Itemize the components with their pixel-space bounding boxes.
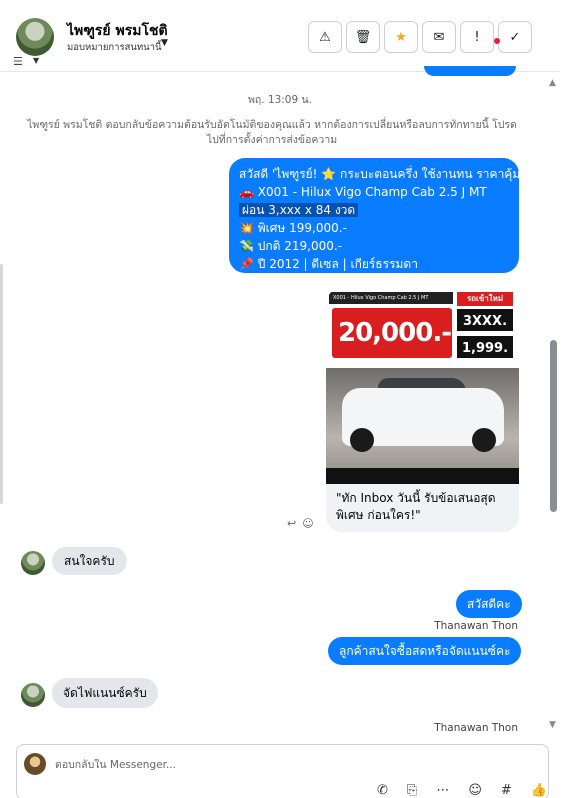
truck-wheel	[472, 428, 496, 452]
hashtag-icon[interactable]: #	[501, 783, 512, 798]
composer-toolbar: ✆ ⎘ ⋯ ☺ # 👍	[377, 783, 547, 798]
banner-model: X001 - Hilux Vigo Champ Cab 2.5 J MT	[329, 292, 453, 304]
contact-avatar-small	[21, 551, 45, 575]
outgoing-message[interactable]: ลูกค้าสนใจซื้อสดหรือจัดแนนซ์คะ	[328, 637, 522, 665]
banner-installment: 3XXX.	[457, 309, 513, 331]
scroll-up-icon[interactable]: ▲	[549, 78, 556, 88]
priority-icon: !	[474, 29, 480, 45]
filter-icon[interactable]: ☰	[13, 55, 23, 68]
notification-dot	[494, 38, 500, 44]
page-avatar	[24, 753, 46, 775]
contact-name[interactable]: ไพฑูรย์ พรมโชติ	[67, 20, 168, 42]
warning-icon: ⚠	[319, 29, 331, 45]
car-promo-image[interactable]: X001 - Hilux Vigo Champ Cab 2.5 J MT 20,…	[326, 288, 519, 484]
message-line: 🚗 X001 - Hilux Vigo Champ Cab 2.5 J MT	[239, 185, 487, 199]
reply-composer: ✆ ⎘ ⋯ ☺ # 👍	[16, 744, 549, 798]
outgoing-message[interactable]: สวัสดี 'ไพฑูรย์! ⭐ กระบะตอนครึ่ง ใช้งานท…	[229, 158, 521, 273]
star-icon: ★	[395, 29, 407, 45]
more-icon[interactable]: ⋯	[436, 783, 449, 798]
incoming-message[interactable]: จัดไฟแนนซ์ครับ	[52, 678, 158, 708]
conversation-header: ☰ ▼ ไพฑูรย์ พรมโชติ มอบหมายการสนทนานี้ ▼…	[0, 0, 560, 72]
incoming-message[interactable]: สนใจครับ	[52, 547, 127, 575]
image-card-message[interactable]: X001 - Hilux Vigo Champ Cab 2.5 J MT 20,…	[326, 288, 519, 532]
report-spam-button[interactable]: ⚠	[308, 21, 342, 53]
sender-label: Thanawan Thon	[434, 620, 518, 632]
truck-wheel	[350, 428, 374, 452]
call-icon[interactable]: ✆	[377, 783, 388, 798]
reply-icon[interactable]: ↩	[287, 517, 296, 530]
contact-avatar[interactable]	[16, 18, 54, 56]
react-emoji-icon[interactable]: ☺	[302, 517, 313, 530]
card-caption: "ทัก Inbox วันนี้ รับข้อเสนอสุดพิเศษ ก่อ…	[336, 491, 496, 522]
message-line: 📌 ปี 2012 | ดีเซล | เกียร์ธรรมดา	[239, 257, 418, 271]
banner-price: 20,000.-	[338, 318, 452, 348]
mail-icon: ✉	[433, 29, 445, 45]
emoji-icon[interactable]: ☺	[468, 783, 482, 798]
message-line: สวัสดี 'ไพฑูรย์! ⭐ กระบะตอนครึ่ง ใช้งานท…	[239, 167, 521, 181]
mark-unread-button[interactable]: ✉	[422, 21, 456, 53]
mark-done-button[interactable]: ✓	[498, 21, 532, 53]
contact-avatar-small	[21, 683, 45, 707]
priority-button[interactable]: !	[460, 21, 494, 53]
banner-down-payment: 1,999.	[457, 336, 513, 358]
chevron-down-icon[interactable]: ▼	[33, 56, 39, 65]
time-separator: พฤ. 13:09 น.	[247, 94, 313, 106]
outgoing-message[interactable]: สวัสดีคะ	[456, 590, 522, 618]
check-icon: ✓	[509, 29, 521, 45]
message-actions: ↩ ☺	[287, 517, 320, 530]
banner-new-badge: รถเข้าใหม่	[457, 292, 513, 306]
message-line: 💥 พิเศษ 199,000.-	[239, 221, 347, 235]
panel-resize-handle[interactable]	[0, 264, 3, 504]
message-line-highlighted: ผ่อน 3,xxx x 84 งวด	[239, 203, 359, 217]
assign-chevron-icon[interactable]: ▼	[161, 38, 168, 48]
trash-icon: 🗑	[354, 29, 372, 45]
message-scrollbar[interactable]: ▲ ▼	[549, 74, 558, 734]
like-icon[interactable]: 👍	[531, 783, 547, 798]
banner-footer	[326, 468, 519, 484]
delete-button[interactable]: 🗑	[346, 21, 380, 53]
sender-label: Thanawan Thon	[434, 722, 518, 734]
scrollbar-thumb[interactable]	[550, 340, 557, 512]
system-notice: ไพฑูรย์ พรมโชติ ตอบกลับข้อความต้อนรับอัต…	[27, 119, 517, 146]
attach-icon[interactable]: ⎘	[407, 783, 417, 798]
reply-input[interactable]	[55, 759, 355, 771]
scroll-down-icon[interactable]: ▼	[549, 720, 556, 730]
previous-message-bubble	[424, 66, 516, 76]
assign-conversation[interactable]: มอบหมายการสนทนานี้	[67, 40, 162, 55]
message-line: 💸 ปกติ 219,000.-	[239, 239, 343, 253]
star-button[interactable]: ★	[384, 21, 418, 53]
